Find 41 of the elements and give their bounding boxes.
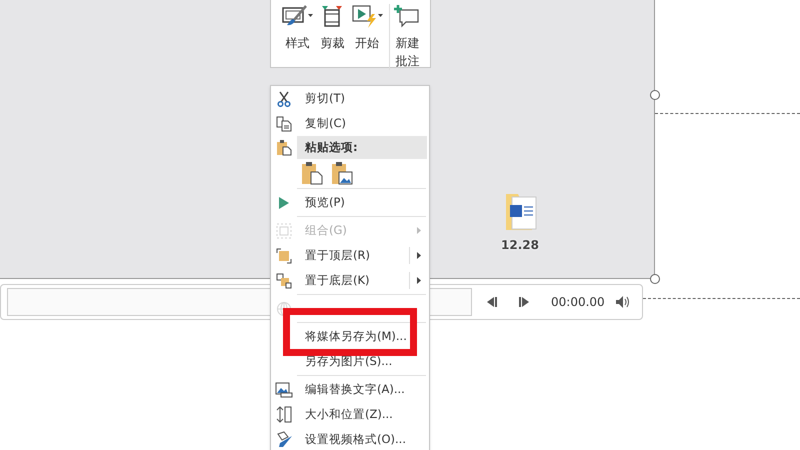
menu-item[interactable]: 剪切(T): [271, 86, 429, 111]
image-text-icon: [275, 382, 293, 398]
play-icon: [278, 196, 290, 210]
menu-item[interactable]: 预览(P): [271, 190, 429, 215]
submenu-arrow-icon: [417, 227, 421, 234]
submenu-arrow-icon: [417, 277, 421, 284]
resize-handle[interactable]: [650, 90, 660, 100]
menu-item[interactable]: 置于底层(K): [271, 268, 429, 293]
scissors-icon: [277, 90, 291, 106]
globe-icon: [276, 300, 292, 316]
toolbar-button[interactable]: 剪裁: [314, 4, 350, 52]
menu-item[interactable]: 另存为图片(S)...: [271, 349, 429, 374]
step-back-icon[interactable]: [486, 296, 498, 308]
toolbar-button[interactable]: 开始: [350, 4, 385, 52]
paste-keep-format-icon[interactable]: [301, 161, 323, 185]
group-icon: [276, 222, 292, 238]
menu-item[interactable]: 复制(C): [271, 111, 429, 136]
menu-item[interactable]: 设置视频格式(O)...: [271, 427, 429, 450]
bring-front-icon: [276, 248, 292, 264]
comment-plus-icon: [394, 4, 420, 28]
menu-item[interactable]: 编辑替换文字(A)...: [271, 377, 429, 402]
time-display: 00:00.00: [551, 294, 605, 311]
toolbar-button[interactable]: 新建批注: [388, 4, 422, 70]
toolbar-button[interactable]: 样式: [280, 4, 315, 52]
menu-item[interactable]: 大小和位置(Z)...: [271, 402, 429, 427]
volume-icon[interactable]: [614, 295, 631, 309]
menu-item[interactable]: 将媒体另存为(M)...: [271, 324, 429, 349]
resize-handle[interactable]: [650, 274, 660, 284]
menu-section-header: 粘贴选项:: [297, 136, 427, 159]
play-lightning-icon: [352, 4, 378, 28]
submenu-arrow-icon: [417, 252, 421, 259]
paste-picture-icon[interactable]: [331, 161, 353, 185]
clipboard-icon: [276, 139, 292, 156]
size-position-icon: [276, 406, 292, 423]
send-back-icon: [276, 272, 292, 288]
film-crop-icon: [320, 4, 344, 28]
menu-item[interactable]: 置于顶层(R): [271, 243, 429, 268]
step-forward-icon[interactable]: [518, 296, 530, 308]
film-brush-icon: [282, 4, 308, 28]
copy-icon: [276, 116, 292, 132]
file-label: 12.28: [501, 237, 539, 254]
